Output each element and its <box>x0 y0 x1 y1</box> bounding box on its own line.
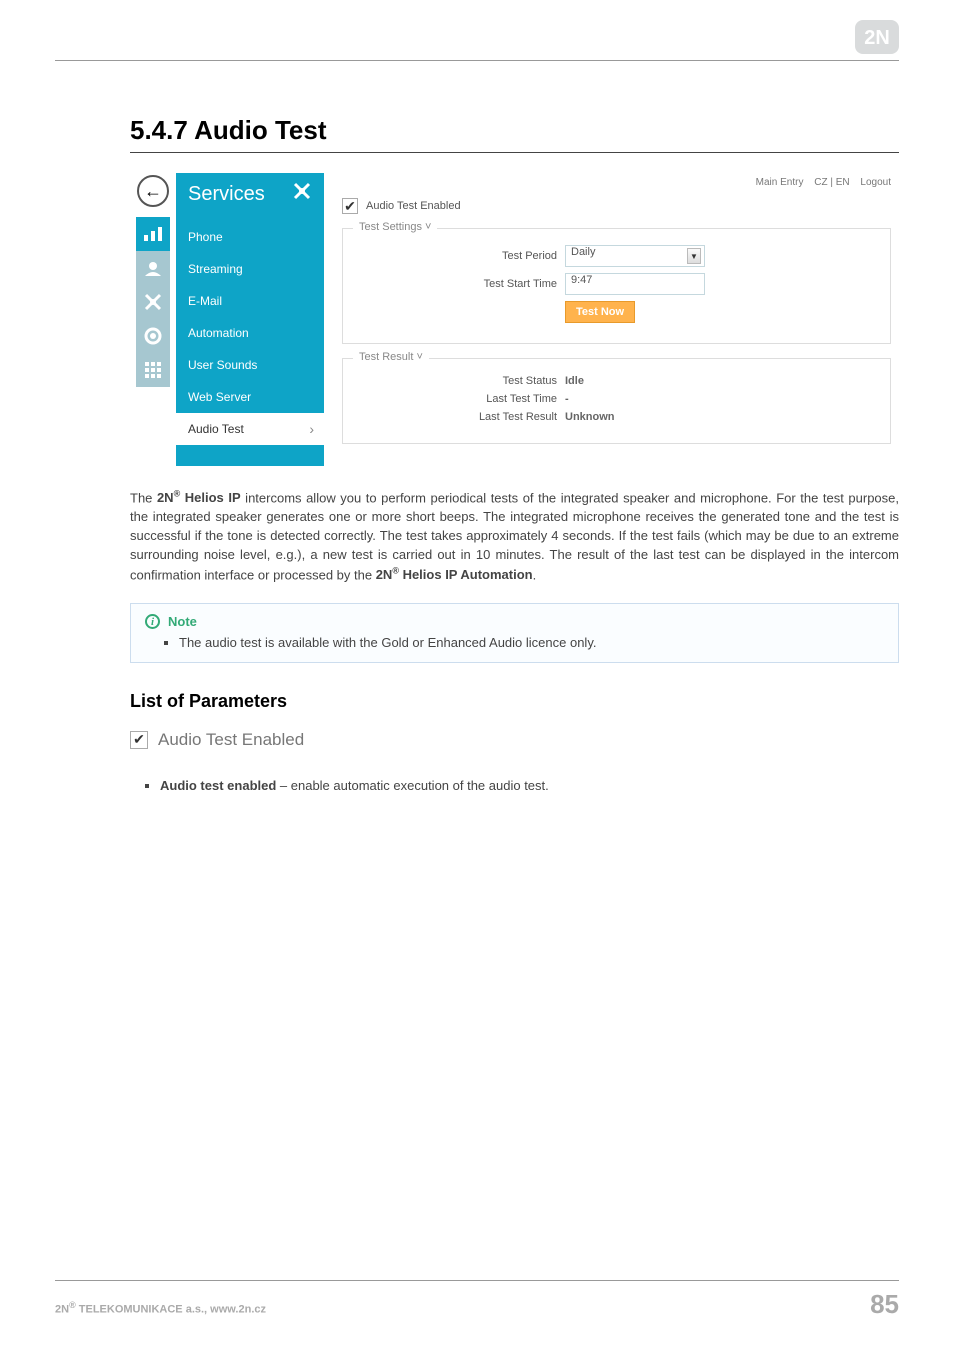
lang-switch[interactable]: CZ | EN <box>814 177 849 188</box>
page-number: 85 <box>870 1289 899 1320</box>
fieldset-test-result: Test Result ˅ Test Status Idle Last Test… <box>342 358 891 444</box>
label-last-test-result: Last Test Result <box>355 411 565 423</box>
label-test-start-time: Test Start Time <box>355 278 565 290</box>
parameter-illustration: ✔ Audio Test Enabled <box>130 730 899 750</box>
sidebar-item-web-server[interactable]: Web Server <box>176 381 324 413</box>
note-item: The audio test is available with the Gol… <box>179 635 884 650</box>
info-icon: i <box>145 614 160 629</box>
sidebar-item-streaming[interactable]: Streaming <box>176 253 324 285</box>
nav-icon-5[interactable] <box>136 353 170 387</box>
label-test-status: Test Status <box>355 375 565 387</box>
audio-test-enabled-label: Audio Test Enabled <box>366 200 461 212</box>
nav-icon-4[interactable] <box>136 319 170 353</box>
sidebar-title-text: Services <box>188 183 265 206</box>
link-logout[interactable]: Logout <box>860 177 891 188</box>
param-item: Audio test enabled – enable automatic ex… <box>160 778 899 793</box>
sidebar-item-email[interactable]: E-Mail <box>176 285 324 317</box>
value-last-test-time: - <box>565 393 569 405</box>
chevron-down-icon[interactable]: ▼ <box>687 248 701 264</box>
sidebar-item-phone[interactable]: Phone <box>176 221 324 253</box>
app-screenshot: ← Services Phone Streaming E-Mail Automa… <box>130 173 899 466</box>
legend-test-result[interactable]: Test Result ˅ <box>353 351 429 363</box>
sidebar: Services Phone Streaming E-Mail Automati… <box>176 173 324 466</box>
fieldset-test-settings: Test Settings ˅ Test Period Daily ▼ Test… <box>342 228 891 344</box>
sidebar-item-user-sounds[interactable]: User Sounds <box>176 349 324 381</box>
legend-test-settings[interactable]: Test Settings ˅ <box>353 221 437 233</box>
sidebar-item-automation[interactable]: Automation <box>176 317 324 349</box>
back-button[interactable]: ← <box>137 175 169 207</box>
value-last-test-result: Unknown <box>565 411 615 423</box>
sidebar-item-audio-test[interactable]: Audio Test <box>176 413 324 445</box>
param-checkbox-label: Audio Test Enabled <box>158 730 304 750</box>
value-test-status: Idle <box>565 375 584 387</box>
page-title: 5.4.7 Audio Test <box>55 115 899 146</box>
param-checkbox-icon: ✔ <box>130 731 148 749</box>
nav-icon-1[interactable] <box>136 217 170 251</box>
body-paragraph: The 2N® Helios IP intercoms allow you to… <box>130 488 899 585</box>
nav-icon-2[interactable] <box>136 251 170 285</box>
services-icon <box>292 181 312 207</box>
nav-icon-3[interactable] <box>136 285 170 319</box>
label-test-period: Test Period <box>355 250 565 262</box>
test-now-button[interactable]: Test Now <box>565 301 635 323</box>
note-title: Note <box>168 614 197 629</box>
subheading-list-of-parameters: List of Parameters <box>130 691 899 712</box>
link-main-entry[interactable]: Main Entry <box>756 177 804 188</box>
label-last-test-time: Last Test Time <box>355 393 565 405</box>
input-test-start-time[interactable]: 9:47 <box>565 273 705 295</box>
brand-logo: 2N <box>855 20 899 54</box>
audio-test-enabled-checkbox[interactable]: ✔ <box>342 198 358 214</box>
logo-text: 2N <box>864 27 890 49</box>
footer-text: 2N® TELEKOMUNIKACE a.s., www.2n.cz <box>55 1300 266 1316</box>
note-box: i Note The audio test is available with … <box>130 603 899 663</box>
select-test-period[interactable]: Daily <box>565 245 705 267</box>
